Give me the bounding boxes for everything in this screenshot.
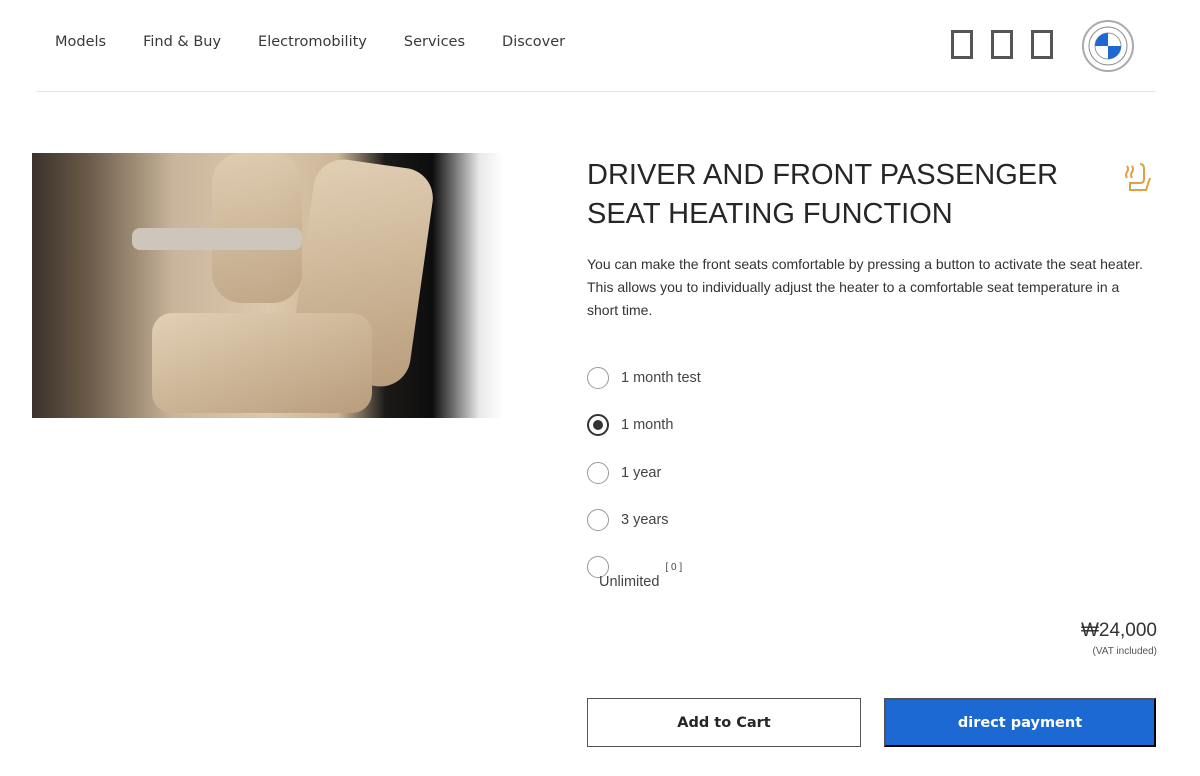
nav-find-buy[interactable]: Find & Buy	[143, 34, 221, 50]
direct-payment-button[interactable]: direct payment	[884, 698, 1156, 747]
vat-note: (VAT included)	[1092, 646, 1157, 657]
main-nav: Models Find & Buy Electromobility Servic…	[55, 34, 602, 50]
placeholder-box-icon[interactable]	[1031, 30, 1053, 59]
bmw-logo[interactable]	[1082, 20, 1134, 72]
unlimited-note: [ 0 ]	[665, 562, 683, 573]
bmw-roundel-icon	[1088, 26, 1128, 66]
radio-button-selected[interactable]	[587, 414, 609, 436]
option-unlimited[interactable]: Unlimited[ 0 ]	[587, 556, 682, 590]
option-3-years[interactable]: 3 years	[587, 509, 669, 531]
radio-button[interactable]	[587, 509, 609, 531]
option-1-month-test[interactable]: 1 month test	[587, 367, 701, 389]
header-divider	[36, 91, 1156, 92]
product-title: DRIVER AND FRONT PASSENGER SEAT HEATING …	[587, 159, 1059, 230]
nav-models[interactable]: Models	[55, 34, 106, 50]
radio-button[interactable]	[587, 367, 609, 389]
radio-button[interactable]	[587, 462, 609, 484]
header-icons	[951, 30, 1053, 59]
placeholder-box-icon[interactable]	[951, 30, 973, 59]
option-1-month[interactable]: 1 month	[587, 414, 673, 436]
product-description: You can make the front seats comfortable…	[587, 256, 1143, 318]
add-to-cart-button[interactable]: Add to Cart	[587, 698, 861, 747]
option-1-year[interactable]: 1 year	[587, 462, 661, 484]
price: ₩24,000	[1080, 620, 1157, 641]
nav-services[interactable]: Services	[404, 34, 465, 50]
heated-seat-icon	[1125, 163, 1151, 191]
nav-electromobility[interactable]: Electromobility	[258, 34, 367, 50]
product-image-seats	[32, 153, 503, 418]
nav-discover[interactable]: Discover	[502, 34, 565, 50]
placeholder-box-icon[interactable]	[991, 30, 1013, 59]
